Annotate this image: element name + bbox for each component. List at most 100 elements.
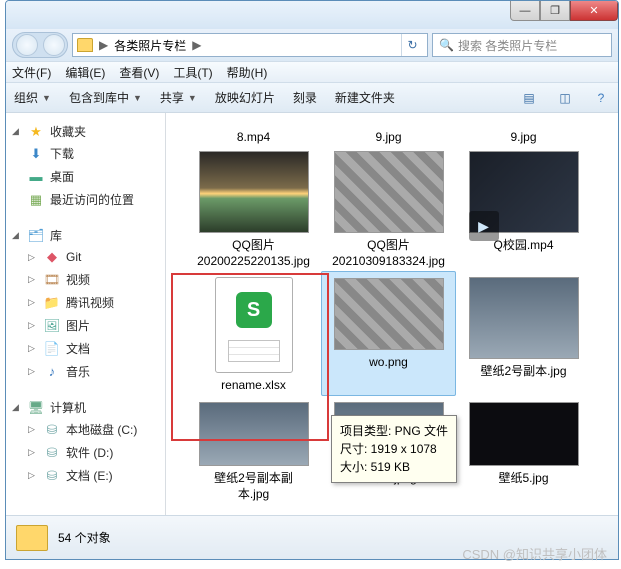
file-item[interactable]: QQ图片20210309183324.jpg (321, 145, 456, 271)
sidebar-favorites[interactable]: ◢★收藏夹 (10, 121, 165, 142)
drive-icon: ⛁ (44, 445, 60, 461)
file-item[interactable]: 壁纸2号副本.jpg (456, 271, 591, 395)
file-item-selected[interactable]: wo.png (321, 271, 456, 395)
explorer-window: — ❐ ✕ ▶ 各类照片专栏 ▶ ↻ 🔍 搜索 各类照片专栏 文件(F) 编辑(… (5, 0, 619, 560)
file-item[interactable]: ▶ Q校园.mp4 (456, 145, 591, 271)
chevron-right-icon[interactable]: ▶ (190, 38, 203, 52)
download-icon: ⬇ (28, 146, 44, 162)
sidebar-item-drive-e[interactable]: ▷⛁文档 (E:) (10, 464, 165, 487)
maximize-button[interactable]: ❐ (540, 1, 570, 21)
search-box[interactable]: 🔍 搜索 各类照片专栏 (432, 33, 612, 57)
collapse-icon: ◢ (12, 402, 22, 413)
expand-icon: ▷ (28, 447, 38, 458)
toolbar: 组织▼ 包含到库中▼ 共享▼ 放映幻灯片 刻录 新建文件夹 ▤ ◫ ? (6, 83, 618, 113)
burn-button[interactable]: 刻录 (293, 89, 317, 106)
folder-icon: 📁 (44, 295, 60, 311)
slideshow-button[interactable]: 放映幻灯片 (215, 89, 275, 106)
sidebar-item-drive-d[interactable]: ▷⛁软件 (D:) (10, 441, 165, 464)
thumbnail (469, 277, 579, 359)
close-button[interactable]: ✕ (570, 1, 618, 21)
watermark: CSDN @知识共享小团体 (462, 544, 607, 563)
main-area: ◢★收藏夹 ⬇下载 ▬桌面 ▦最近访问的位置 ◢🗂库 ▷◆Git ▷🎞视频 ▷📁… (6, 113, 618, 515)
include-library-button[interactable]: 包含到库中▼ (69, 89, 142, 106)
view-options-icon[interactable]: ▤ (520, 89, 538, 107)
file-item[interactable]: QQ图片20200225220135.jpg (186, 145, 321, 271)
chevron-down-icon: ▼ (188, 93, 197, 103)
status-folder-icon (16, 525, 48, 551)
recent-icon: ▦ (28, 192, 44, 208)
thumbnail (469, 402, 579, 466)
preview-pane-icon[interactable]: ◫ (556, 89, 574, 107)
computer-icon: 🖥 (28, 400, 44, 416)
thumbnail (199, 402, 309, 466)
menu-tools[interactable]: 工具(T) (173, 64, 212, 81)
sidebar-item-pictures[interactable]: ▷🖼图片 (10, 314, 165, 337)
expand-icon: ▷ (28, 470, 38, 481)
newfolder-button[interactable]: 新建文件夹 (335, 89, 395, 106)
address-row: ▶ 各类照片专栏 ▶ ↻ 🔍 搜索 各类照片专栏 (6, 29, 618, 61)
chevron-right-icon[interactable]: ▶ (97, 38, 110, 52)
search-placeholder: 搜索 各类照片专栏 (458, 37, 557, 54)
sidebar-item-recent[interactable]: ▦最近访问的位置 (10, 188, 165, 211)
file-item-xlsx[interactable]: S rename.xlsx (186, 271, 321, 395)
forward-button-icon[interactable] (43, 34, 65, 56)
sidebar-item-music[interactable]: ▷♪音乐 (10, 360, 165, 383)
play-icon: ▶ (469, 211, 499, 241)
file-item[interactable]: 壁纸2号副本副本.jpg (186, 396, 321, 504)
file-item[interactable]: 壁纸5.jpg (456, 396, 591, 504)
help-icon[interactable]: ? (592, 89, 610, 107)
drive-icon: ⛁ (44, 422, 60, 438)
file-item[interactable]: 9.jpg (321, 119, 456, 145)
refresh-icon[interactable]: ↻ (401, 34, 423, 56)
library-icon: 🗂 (28, 228, 44, 244)
file-item[interactable]: 9.jpg (456, 119, 591, 145)
status-count: 54 个对象 (58, 529, 111, 546)
thumbnail (334, 278, 444, 350)
tooltip: 项目类型: PNG 文件 尺寸: 1919 x 1078 大小: 519 KB (331, 415, 457, 483)
xlsx-icon: S (215, 277, 293, 373)
menu-help[interactable]: 帮助(H) (227, 64, 268, 81)
breadcrumb-segment[interactable]: 各类照片专栏 (114, 37, 186, 54)
navigation-pane[interactable]: ◢★收藏夹 ⬇下载 ▬桌面 ▦最近访问的位置 ◢🗂库 ▷◆Git ▷🎞视频 ▷📁… (6, 113, 166, 515)
menubar: 文件(F) 编辑(E) 查看(V) 工具(T) 帮助(H) (6, 61, 618, 83)
file-pane[interactable]: 8.mp4 9.jpg 9.jpg QQ图片20200225220135.jpg… (166, 113, 618, 515)
sidebar-item-desktop[interactable]: ▬桌面 (10, 165, 165, 188)
menu-file[interactable]: 文件(F) (12, 64, 51, 81)
picture-icon: 🖼 (44, 318, 60, 334)
nav-back-forward[interactable] (12, 32, 68, 58)
share-button[interactable]: 共享▼ (160, 89, 197, 106)
search-icon: 🔍 (439, 38, 454, 52)
sidebar-item-downloads[interactable]: ⬇下载 (10, 142, 165, 165)
menu-edit[interactable]: 编辑(E) (65, 64, 105, 81)
menu-view[interactable]: 查看(V) (119, 64, 159, 81)
expand-icon: ▷ (28, 274, 38, 285)
sidebar-item-documents[interactable]: ▷📄文档 (10, 337, 165, 360)
video-icon: 🎞 (44, 272, 60, 288)
collapse-icon: ◢ (12, 230, 22, 241)
expand-icon: ▷ (28, 320, 38, 331)
organize-button[interactable]: 组织▼ (14, 89, 51, 106)
chevron-down-icon: ▼ (133, 93, 142, 103)
sidebar-item-tencent[interactable]: ▷📁腾讯视频 (10, 291, 165, 314)
back-button-icon[interactable] (16, 34, 38, 56)
expand-icon: ▷ (28, 297, 38, 308)
titlebar: — ❐ ✕ (6, 1, 618, 29)
git-icon: ◆ (44, 249, 60, 265)
sidebar-item-git[interactable]: ▷◆Git (10, 246, 165, 268)
desktop-icon: ▬ (28, 169, 44, 185)
sidebar-item-videos[interactable]: ▷🎞视频 (10, 268, 165, 291)
drive-icon: ⛁ (44, 468, 60, 484)
file-item[interactable]: 8.mp4 (186, 119, 321, 145)
address-bar[interactable]: ▶ 各类照片专栏 ▶ ↻ (72, 33, 428, 57)
expand-icon: ▷ (28, 424, 38, 435)
music-icon: ♪ (44, 364, 60, 380)
sidebar-libraries[interactable]: ◢🗂库 (10, 225, 165, 246)
star-icon: ★ (28, 124, 44, 140)
document-icon: 📄 (44, 341, 60, 357)
collapse-icon: ◢ (12, 126, 22, 137)
expand-icon: ▷ (28, 252, 38, 263)
sidebar-item-drive-c[interactable]: ▷⛁本地磁盘 (C:) (10, 418, 165, 441)
folder-icon (77, 38, 93, 52)
sidebar-computer[interactable]: ◢🖥计算机 (10, 397, 165, 418)
minimize-button[interactable]: — (510, 1, 540, 21)
